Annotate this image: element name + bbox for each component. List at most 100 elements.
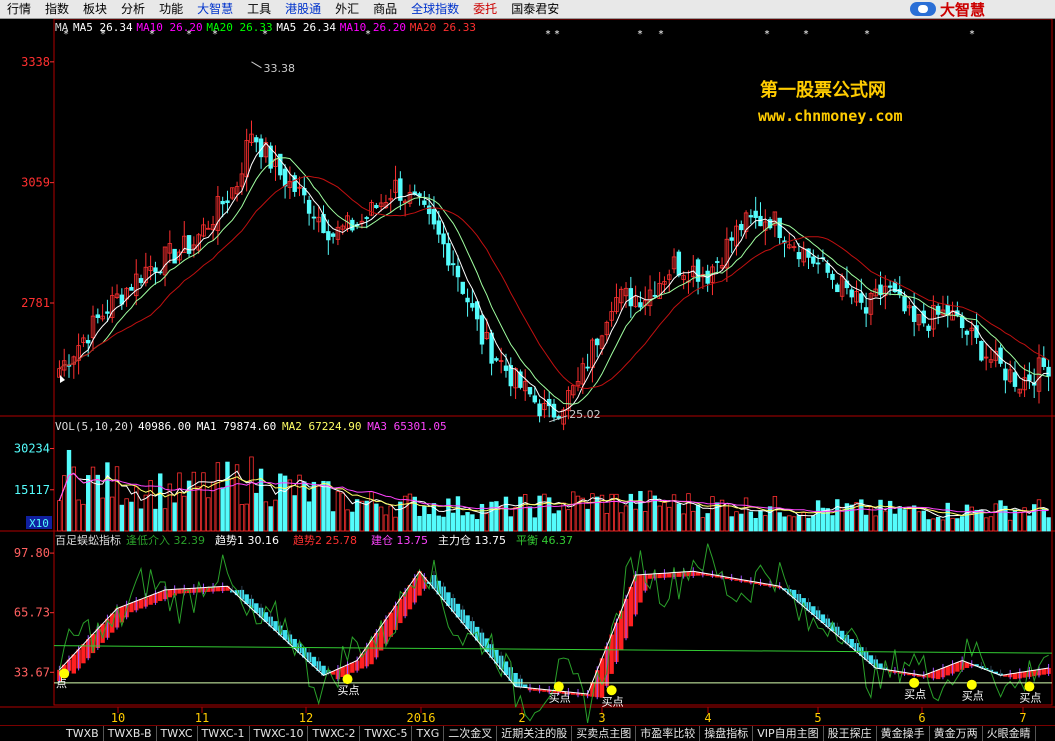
candle-body: [153, 267, 158, 273]
candle-body: [1046, 366, 1051, 377]
volume-bar: [350, 511, 355, 532]
indicator-tab-4[interactable]: TWXC-10: [250, 726, 309, 741]
menu-item-4[interactable]: 功能: [152, 0, 190, 18]
volume-bar: [345, 509, 350, 532]
indicator-tab-13[interactable]: VIP自用主图: [753, 726, 824, 741]
menu-item-9[interactable]: 商品: [366, 0, 404, 18]
candle-body: [964, 330, 970, 335]
centipede-step: [1041, 668, 1046, 675]
menu-item-2[interactable]: 板块: [76, 0, 114, 18]
volume-bar: [90, 466, 96, 532]
indicator-tab-11[interactable]: 市盈率比较: [636, 726, 701, 741]
volume-bar: [551, 513, 557, 532]
indicator-title: 百足蜈蚣指标: [55, 533, 121, 547]
volume-bar: [705, 513, 710, 532]
candle-body: [422, 200, 427, 205]
volume-bar: [172, 502, 177, 532]
menu-item-0[interactable]: 行情: [0, 0, 38, 18]
volume-bar: [647, 490, 653, 532]
volume-bar: [585, 508, 590, 532]
indicator-tab-2[interactable]: TWXC: [157, 726, 198, 741]
indicator-tab-17[interactable]: 火眼金睛: [983, 726, 1036, 741]
volume-bar: [863, 514, 869, 532]
volume-bar: [460, 515, 465, 532]
volume-bar: [316, 485, 321, 532]
candle-body: [959, 315, 965, 329]
volume-bar: [494, 501, 499, 532]
x-tick-label: 12: [299, 711, 313, 725]
indicator-tab-14[interactable]: 股王探庄: [824, 726, 877, 741]
volume-bar: [619, 512, 624, 532]
volume-bar: [916, 511, 922, 532]
x-tick-label: 6: [918, 711, 925, 725]
signal-star-icon: *: [765, 29, 770, 40]
volume-bar: [455, 496, 461, 532]
volume-bar: [1031, 504, 1037, 532]
buy-point-marker: [342, 674, 353, 685]
indicator-legend-item: 主力仓 13.75: [438, 533, 506, 547]
menu-item-7[interactable]: 港股通: [278, 0, 328, 18]
stock-chart[interactable]: 33383059278133.3825.02MA MA5 26.34 MA10 26…: [0, 19, 1055, 725]
volume-bar: [897, 506, 902, 532]
volume-bar: [57, 500, 62, 532]
indicator-y-tick: 33.67: [14, 665, 50, 679]
buy-point-marker: [1024, 681, 1035, 692]
volume-bar: [244, 503, 249, 532]
indicator-tab-0[interactable]: TWXB: [62, 726, 104, 741]
indicator-tab-5[interactable]: TWXC-2: [308, 726, 361, 741]
volume-bar: [215, 462, 221, 532]
volume-bar: [254, 492, 259, 532]
volume-bar: [542, 493, 547, 532]
indicator-tab-7[interactable]: TXG: [412, 726, 445, 741]
volume-bar: [743, 497, 749, 532]
indicator-tab-15[interactable]: 黄金操手: [877, 726, 930, 741]
buy-point-label: 买点: [549, 692, 571, 705]
volume-bar: [86, 475, 91, 532]
candle-body: [1003, 368, 1008, 381]
candle-body: [105, 311, 110, 314]
buy-point-label: 买点: [962, 690, 984, 703]
candle-body: [1012, 372, 1018, 387]
volume-bar: [282, 475, 288, 532]
menu-item-10[interactable]: 全球指数: [404, 0, 466, 18]
indicator-tab-12[interactable]: 操盘指标: [700, 726, 754, 741]
ma-legend-item: MA5 26.34: [276, 21, 336, 34]
indicator-tab-8[interactable]: 二次金叉: [444, 726, 498, 741]
candle-body: [465, 297, 470, 303]
candle-body: [532, 395, 537, 403]
volume-bar: [273, 499, 278, 532]
volume-bar: [378, 506, 384, 532]
indicator-y-tick: 97.80: [14, 546, 50, 560]
candle-body: [551, 403, 557, 418]
signal-star-icon: *: [263, 29, 268, 40]
volume-bar: [374, 503, 379, 532]
indicator-tab-3[interactable]: TWXC-1: [198, 726, 250, 741]
menu-item-8[interactable]: 外汇: [328, 0, 366, 18]
volume-bar: [383, 514, 389, 532]
volume-bar: [777, 512, 782, 532]
indicator-tab-6[interactable]: TWXC-5: [360, 726, 413, 741]
menu-item-12[interactable]: 国泰君安: [504, 0, 566, 18]
candle-body: [739, 224, 744, 231]
centipede-step: [955, 662, 960, 672]
menu-item-5[interactable]: 大智慧: [190, 0, 240, 18]
menu-item-1[interactable]: 指数: [38, 0, 76, 18]
menu-item-11[interactable]: 委托: [466, 0, 504, 18]
signal-star-icon: *: [638, 29, 643, 40]
candle-body: [748, 215, 754, 218]
indicator-tab-16[interactable]: 黄金万两: [930, 726, 983, 741]
indicator-tab-1[interactable]: TWXB-B: [104, 726, 157, 741]
volume-bar: [748, 511, 754, 532]
menu-item-6[interactable]: 工具: [240, 0, 278, 18]
volume-bar: [724, 503, 730, 532]
candle-body: [585, 366, 590, 369]
volume-bar: [667, 506, 672, 532]
menu-item-3[interactable]: 分析: [114, 0, 152, 18]
volume-bar: [138, 508, 144, 532]
indicator-tab-9[interactable]: 近期关注的股: [497, 726, 573, 741]
centipede-step: [676, 572, 682, 577]
volume-bar: [388, 505, 393, 532]
indicator-tab-10[interactable]: 买卖点主图: [572, 726, 637, 741]
volume-bar: [1012, 509, 1018, 532]
candle-body: [479, 315, 485, 345]
